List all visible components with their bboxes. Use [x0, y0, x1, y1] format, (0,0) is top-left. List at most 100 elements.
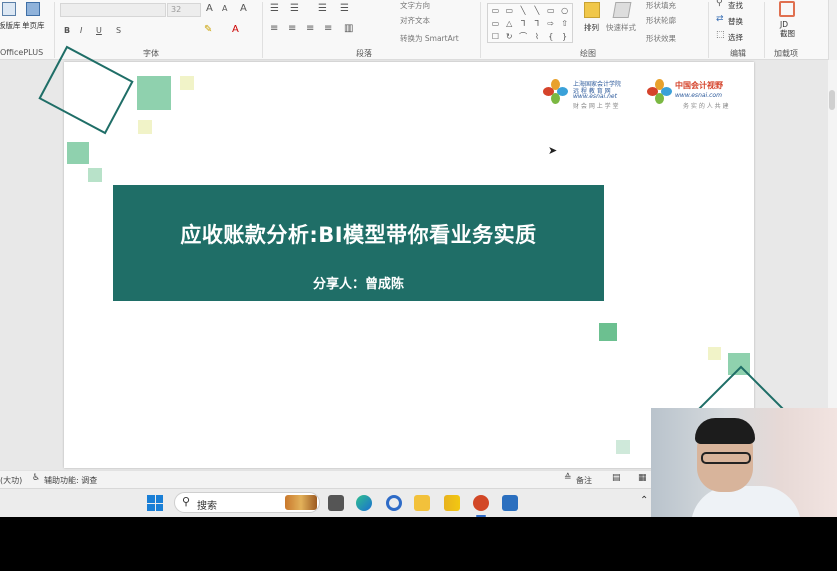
notes-button[interactable]: 备注: [576, 475, 592, 486]
indent-icon[interactable]: ☰: [318, 3, 327, 14]
shape-icon[interactable]: ▭: [489, 5, 502, 17]
shape-icon[interactable]: ○: [558, 5, 571, 17]
shape-icon[interactable]: ⇧: [558, 18, 571, 30]
drawing-group-label: 绘图: [580, 49, 596, 58]
bullets-icon[interactable]: ☰: [270, 3, 279, 14]
strikethrough-icon[interactable]: S: [116, 26, 121, 35]
shape-icon[interactable]: ☐: [489, 31, 502, 43]
esnai-com-logo: 中国会计视野 www.esnai.com 务 实 的 人 共 建: [647, 77, 747, 111]
align-left-icon[interactable]: ≡: [270, 23, 278, 34]
replace-icon: ⇄: [716, 14, 724, 24]
highlight-icon[interactable]: ✎: [204, 24, 212, 35]
ribbon-separator: [262, 2, 263, 58]
replace-button[interactable]: 替换: [728, 16, 743, 27]
columns-icon[interactable]: ▥: [344, 23, 353, 34]
shape-icon[interactable]: ⅂: [517, 18, 530, 30]
font-color-icon[interactable]: A: [232, 24, 239, 35]
bold-icon[interactable]: B: [64, 26, 70, 35]
powerpoint-icon[interactable]: [473, 495, 489, 511]
shape-icon[interactable]: ↻: [503, 31, 516, 43]
shape-fill-button[interactable]: 形状填充: [646, 0, 676, 11]
shape-icon[interactable]: △: [503, 18, 516, 30]
shape-icon[interactable]: ⌒: [517, 31, 530, 43]
shape-icon[interactable]: ╲: [530, 5, 543, 17]
numbering-icon[interactable]: ☰: [290, 3, 299, 14]
title-box[interactable]: 应收账款分析:BI模型带你看业务实质 分享人：曾成陈: [113, 185, 604, 301]
ribbon: 板版库 单页库 OfficePLUS 32 A A A B I U S ✎ A …: [0, 0, 837, 60]
accessibility-status[interactable]: 辅助功能: 调查: [44, 475, 97, 486]
underline-icon[interactable]: U: [96, 26, 102, 35]
jd-screenshot-label: JD 截图: [780, 20, 795, 38]
decrease-font-icon[interactable]: A: [222, 4, 227, 13]
chevron-up-icon[interactable]: ⌃: [640, 495, 648, 506]
shape-icon[interactable]: ▭: [503, 5, 516, 17]
shape-icon[interactable]: ⇨: [544, 18, 557, 30]
shapes-gallery[interactable]: ▭ ▭ ╲ ╲ ▭ ○ ▭ △ ⅂ ⅂ ⇨ ⇧ ☐ ↻ ⌒ ⌇{}: [487, 3, 573, 43]
font-size-dropdown[interactable]: 32: [167, 3, 201, 17]
ribbon-separator: [480, 2, 481, 58]
flower-logo-icon: [647, 79, 673, 105]
font-family-dropdown[interactable]: [60, 3, 166, 17]
justify-icon[interactable]: ≡: [324, 23, 332, 34]
editing-group-label: 编辑: [730, 49, 746, 58]
logo2-line2: www.esnai.com: [675, 92, 722, 99]
convert-smartart-button[interactable]: 转换为 SmartArt: [400, 33, 459, 44]
italic-icon[interactable]: I: [80, 26, 82, 35]
increase-font-icon[interactable]: A: [206, 3, 213, 14]
quick-styles-button[interactable]: 快速样式: [606, 0, 642, 45]
logo2-line3: 务 实 的 人 共 建: [683, 103, 729, 110]
decorative-square: [180, 76, 194, 90]
align-right-icon[interactable]: ≡: [306, 23, 314, 34]
search-icon: ⚲: [182, 495, 191, 508]
decorative-square: [708, 347, 721, 360]
shape-icon[interactable]: ▭: [544, 5, 557, 17]
webcam-overlay: [651, 408, 837, 517]
decorative-square: [67, 142, 89, 164]
single-page-library-button[interactable]: 单页库: [22, 0, 48, 34]
layout-library-label: 板版库: [0, 21, 21, 30]
shape-icon[interactable]: ⅂: [530, 18, 543, 30]
logo2-line1: 中国会计视野: [675, 81, 723, 90]
file-explorer-icon[interactable]: [414, 495, 430, 511]
logo1-line4: 财 会 网 上 学 堂: [573, 103, 619, 110]
slide-title: 应收账款分析:BI模型带你看业务实质: [180, 223, 537, 247]
align-center-icon[interactable]: ≡: [288, 23, 296, 34]
arrange-button[interactable]: 排列: [580, 0, 606, 45]
search-app-icon[interactable]: [386, 495, 402, 511]
text-direction-button[interactable]: 文字方向: [400, 0, 430, 11]
shape-effects-button[interactable]: 形状效果: [646, 33, 676, 44]
jd-screenshot-button[interactable]: JD 截图: [776, 0, 802, 44]
logo1-line3: www.esnai.net: [573, 93, 617, 100]
slide-sorter-icon[interactable]: ▦: [638, 473, 647, 483]
shape-icon[interactable]: ⌇: [530, 31, 543, 43]
shape-outline-button[interactable]: 形状轮廓: [646, 15, 676, 26]
line-spacing-icon[interactable]: ☰: [340, 3, 349, 14]
taskbar-search[interactable]: ⚲ 搜索: [174, 492, 320, 513]
presenter-hair: [695, 418, 755, 444]
layout-library-button[interactable]: 板版库: [0, 0, 21, 34]
align-text-button[interactable]: 对齐文本: [400, 15, 430, 26]
shape-icon[interactable]: ╲: [517, 5, 530, 17]
jd-screenshot-icon: [779, 1, 795, 17]
notes-icon: ≙: [564, 473, 572, 483]
shape-icon[interactable]: {: [544, 31, 557, 43]
ribbon-scrollbar[interactable]: [828, 0, 837, 60]
teams-meeting-icon[interactable]: [502, 495, 518, 511]
layout-library-icon: [2, 2, 16, 16]
windows-start-icon[interactable]: [147, 495, 163, 511]
clear-format-icon[interactable]: A: [240, 3, 247, 14]
power-bi-icon[interactable]: [444, 495, 460, 511]
edge-icon[interactable]: [356, 495, 372, 511]
find-button[interactable]: 查找: [728, 0, 743, 11]
esnai-net-logo: 上海国家会计学院 远 程 教 育 网 www.esnai.net 财 会 网 上…: [543, 77, 635, 111]
shape-icon[interactable]: ▭: [489, 18, 502, 30]
task-view-icon[interactable]: [328, 495, 344, 511]
ribbon-separator: [54, 2, 55, 58]
select-icon: ⬚: [716, 30, 725, 40]
scrollbar-thumb[interactable]: [829, 90, 835, 110]
shape-icon[interactable]: }: [558, 31, 571, 43]
decorative-square: [138, 120, 152, 134]
select-button[interactable]: 选择: [728, 32, 743, 43]
normal-view-icon[interactable]: ▤: [612, 473, 621, 483]
ribbon-separator: [708, 2, 709, 58]
